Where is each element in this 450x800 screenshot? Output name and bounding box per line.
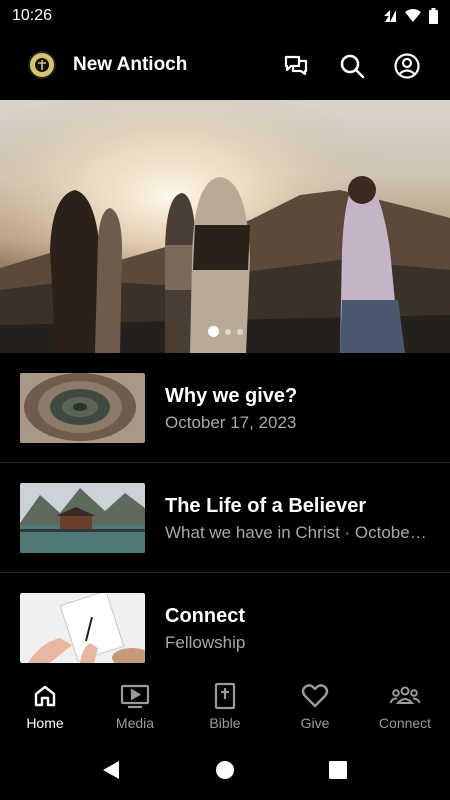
media-icon [120,684,150,709]
app-bar: New Antioch [0,32,450,100]
hero-image [0,100,450,353]
home-system-button[interactable] [213,758,237,782]
group-icon [389,686,421,704]
thumbnail-lake-house [20,483,145,553]
app-title: New Antioch [73,54,188,75]
status-bar: 10:26 [0,0,450,32]
item-subtitle: October 17, 2023 [165,413,297,432]
system-navigation-bar [0,740,450,800]
nav-label-media: Media [115,715,155,731]
account-icon [394,53,420,79]
church-logo [28,51,56,79]
nav-bible[interactable]: Bible [180,672,270,740]
home-icon [34,685,56,707]
back-icon [103,761,119,779]
search-button[interactable] [336,50,368,82]
battery-icon [429,8,438,24]
search-icon [340,54,365,79]
profile-button[interactable] [391,50,423,82]
bible-icon [214,682,236,710]
nav-give[interactable]: Give [270,672,360,740]
chat-icon [284,55,308,76]
item-subtitle: Fellowship [165,633,246,652]
nav-connect[interactable]: Connect [360,672,450,740]
carousel-dot-1[interactable] [207,326,219,337]
nav-home[interactable]: Home [0,672,90,740]
feed-item-why-we-give[interactable]: Why we give? October 17, 2023 [0,353,450,463]
item-title: Connect [165,605,245,627]
nav-label-give: Give [300,715,330,731]
square-recents-icon [329,761,347,779]
heart-icon [301,684,329,708]
nav-label-home: Home [26,715,64,731]
item-title: Why we give? [165,385,298,407]
thumbnail-notebook-hands [20,593,145,663]
carousel-dot-2[interactable] [224,328,231,335]
feed-item-life-of-a-believer[interactable]: The Life of a Believer What we have in C… [0,463,450,573]
content-feed: Why we give? October 17, 2023 The Life o… [0,353,450,683]
feed-item-connect[interactable]: Connect Fellowship [0,573,450,683]
nav-label-bible: Bible [209,715,241,731]
hero-carousel[interactable] [0,100,450,353]
status-icons [383,8,438,24]
carousel-indicator [0,326,450,337]
messages-button[interactable] [280,50,312,82]
nav-label-connect: Connect [378,715,432,731]
item-title: The Life of a Believer [165,495,367,517]
nav-media[interactable]: Media [90,672,180,740]
thumbnail-wood-rings [20,373,145,443]
recents-button[interactable] [326,758,350,782]
wifi-icon [405,9,421,22]
circle-home-icon [216,761,234,779]
carousel-dot-3[interactable] [236,328,243,335]
back-button[interactable] [99,758,123,782]
cellular-icon [384,10,396,22]
status-time: 10:26 [12,7,53,24]
bottom-navigation: Home Media Bible Give Connect [0,672,450,740]
item-subtitle: What we have in Christ · October… [165,523,430,542]
